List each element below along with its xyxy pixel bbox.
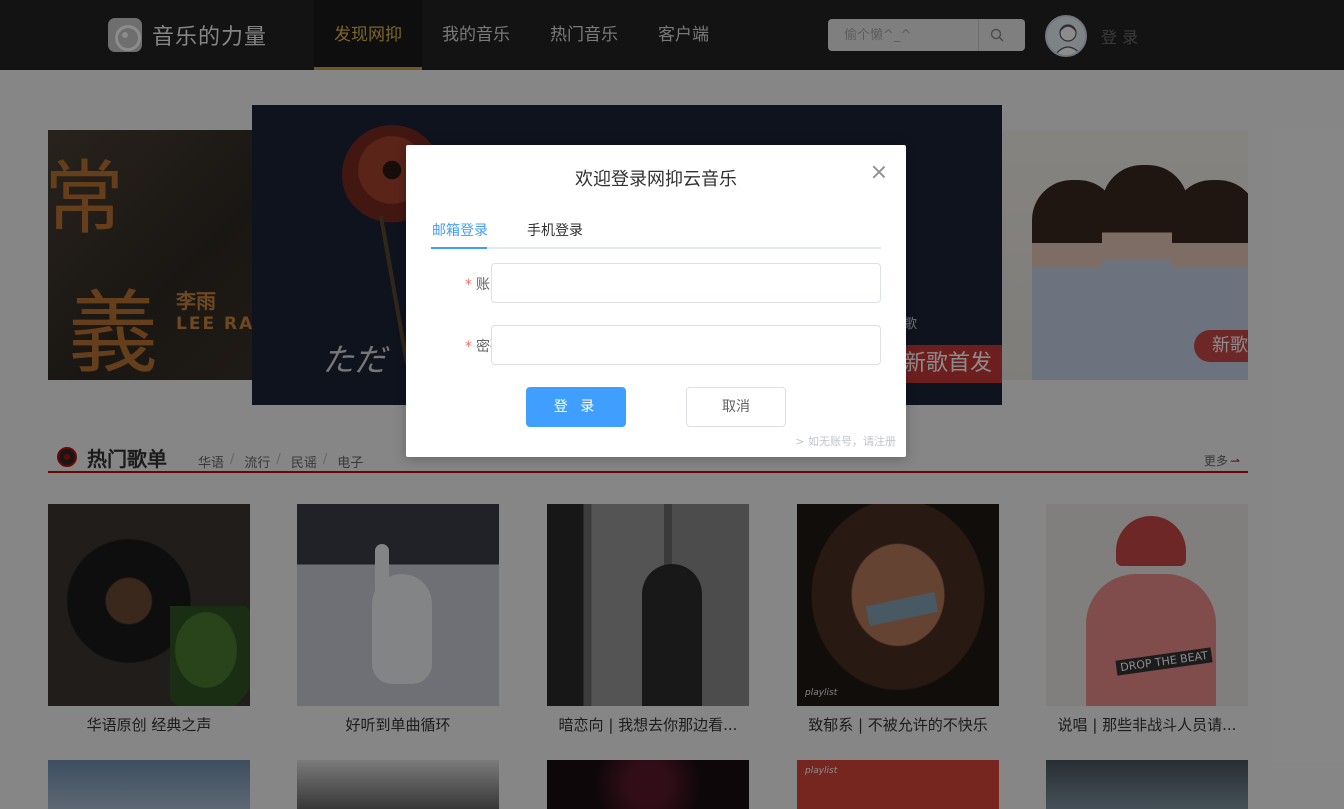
login-dialog: 欢迎登录网抑云音乐 邮箱登录 手机登录 * 账号 * 密码 登 录 取消 > 如无账… <box>406 145 906 457</box>
tab-phone-login[interactable]: 手机登录 <box>527 220 583 240</box>
password-row: * 密码 <box>431 325 881 365</box>
tab-email-login[interactable]: 邮箱登录 <box>432 220 488 240</box>
active-tab-indicator <box>431 247 487 249</box>
password-input[interactable] <box>491 325 881 365</box>
required-marker: * <box>465 277 472 293</box>
account-input[interactable] <box>491 263 881 303</box>
account-row: * 账号 <box>431 263 881 303</box>
close-icon[interactable] <box>872 165 886 179</box>
register-link[interactable]: > 如无账号，请注册 <box>795 433 896 449</box>
login-tabs: 邮箱登录 手机登录 <box>431 215 881 249</box>
required-marker: * <box>465 339 472 355</box>
dialog-title: 欢迎登录网抑云音乐 <box>575 169 737 190</box>
login-button[interactable]: 登 录 <box>526 387 626 427</box>
cancel-button[interactable]: 取消 <box>686 387 786 427</box>
